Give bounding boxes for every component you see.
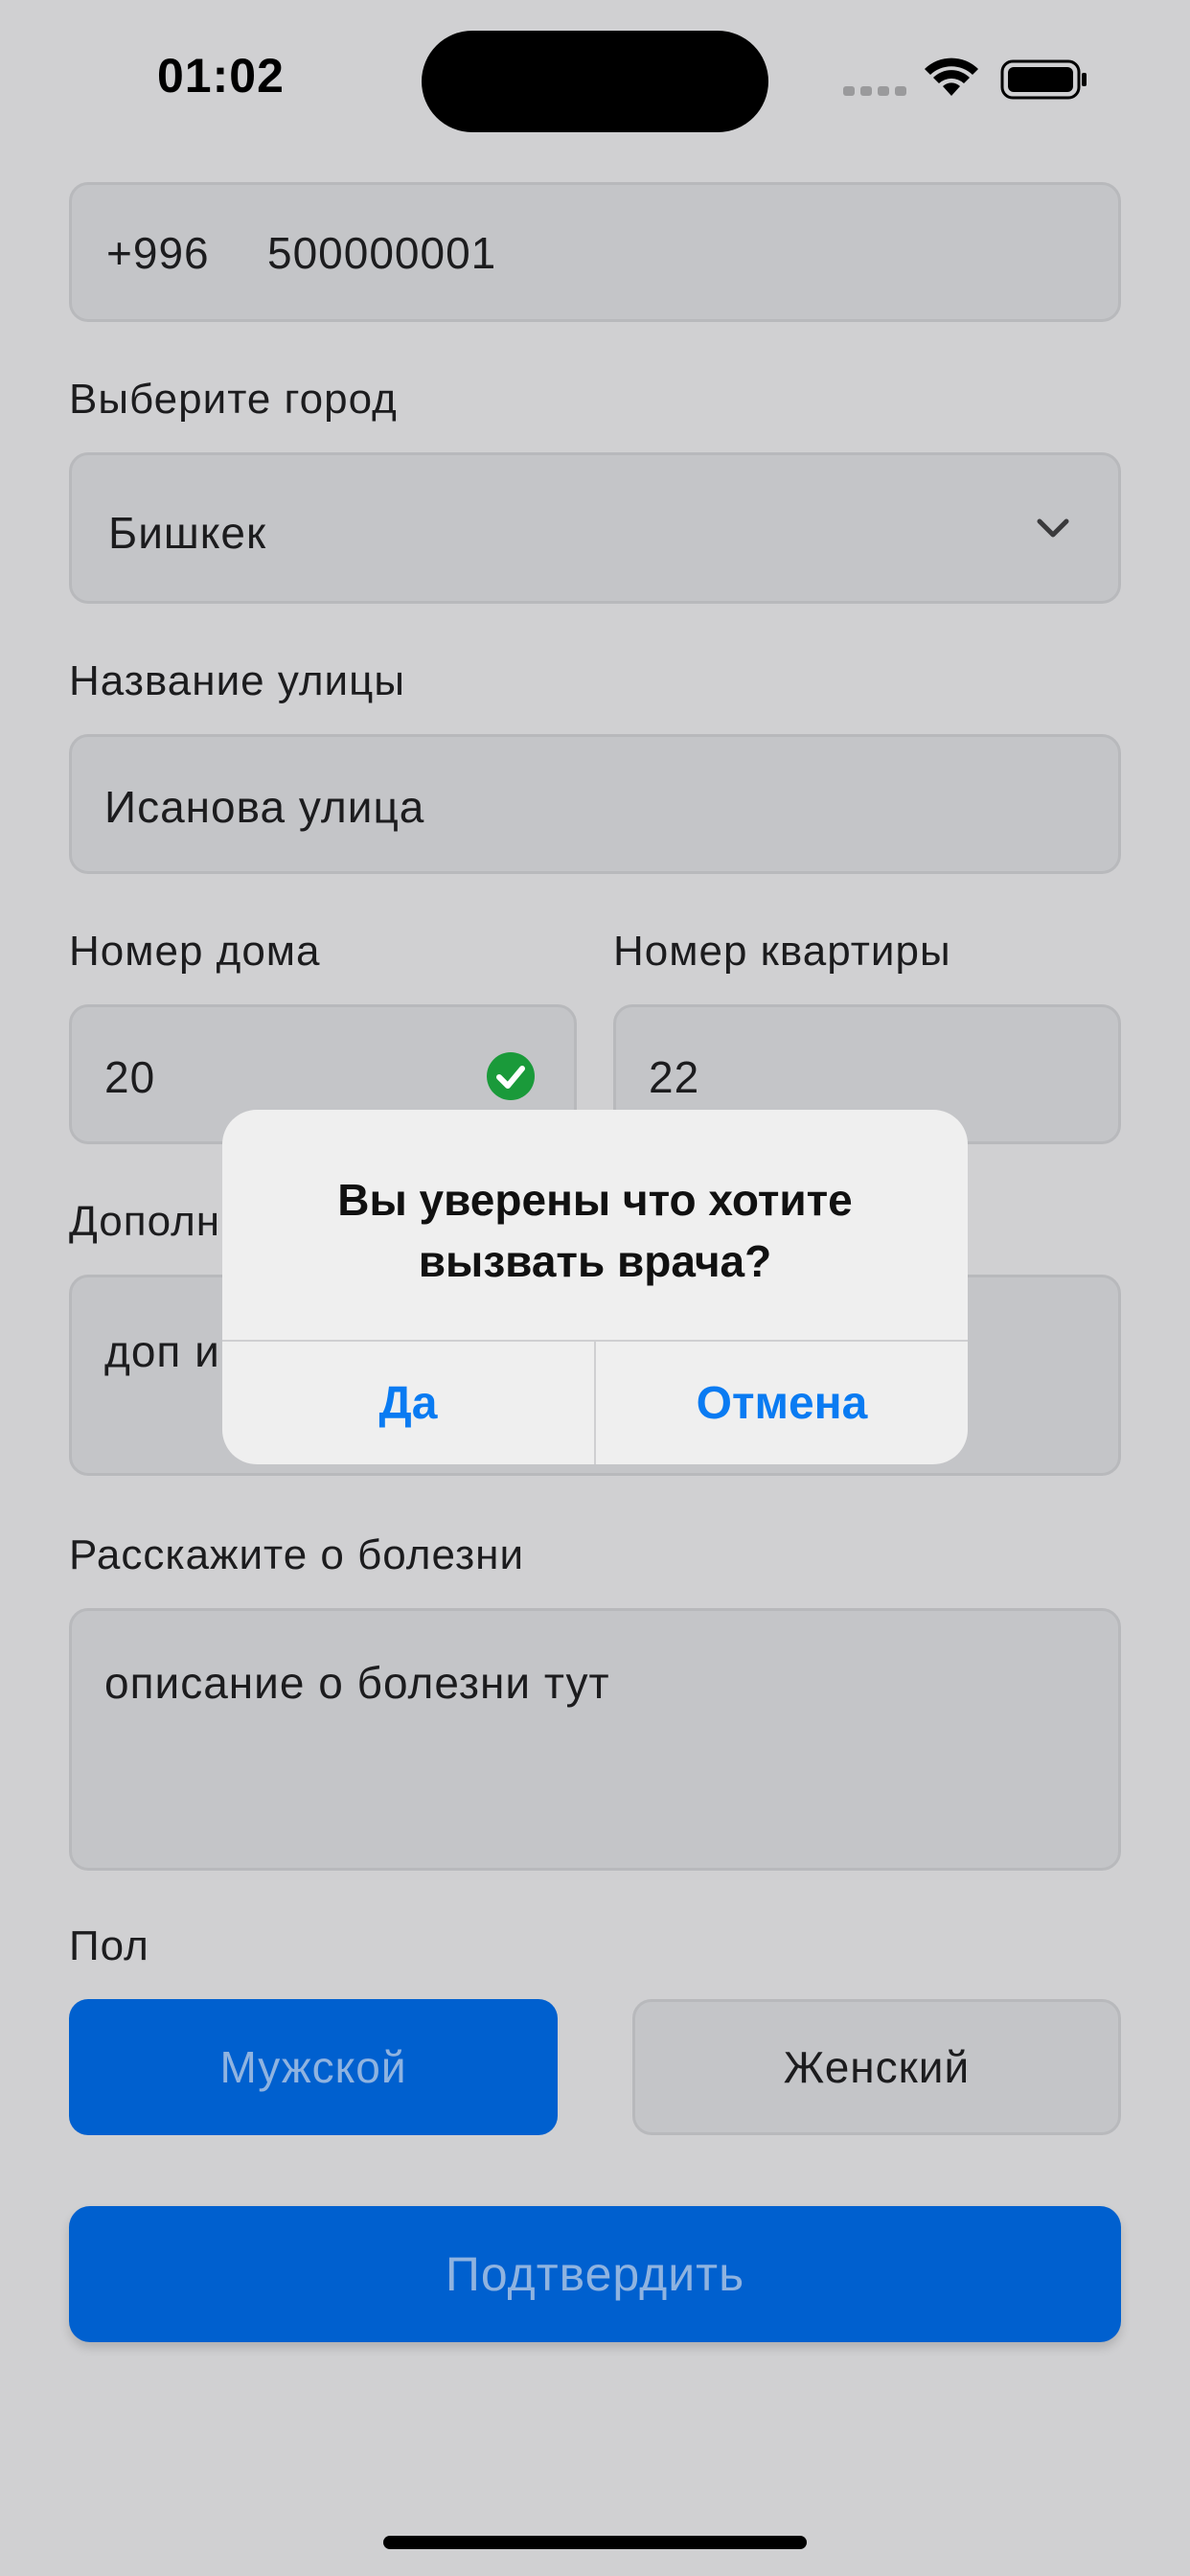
street-value: Исанова улица bbox=[104, 782, 425, 832]
gender-male-button[interactable]: Мужской bbox=[69, 1999, 558, 2135]
illness-textarea[interactable]: описание о болезни тут bbox=[69, 1608, 1121, 1871]
illness-label: Расскажите о болезни bbox=[69, 1531, 525, 1578]
apartment-label: Номер квартиры bbox=[613, 928, 951, 975]
gender-female-button[interactable]: Женский bbox=[632, 1999, 1121, 2135]
phone-field[interactable]: +996 500000001 bbox=[69, 182, 1121, 322]
wifi-icon bbox=[925, 58, 978, 96]
confirm-button[interactable]: Подтвердить bbox=[69, 2206, 1121, 2342]
home-indicator[interactable] bbox=[383, 2536, 807, 2549]
phone-number: 500000001 bbox=[267, 228, 497, 278]
chevron-down-icon bbox=[1037, 518, 1069, 538]
street-input[interactable]: Исанова улица bbox=[69, 734, 1121, 874]
city-value: Бишкек bbox=[108, 508, 267, 558]
city-label: Выберите город bbox=[69, 376, 398, 423]
street-label: Название улицы bbox=[69, 657, 405, 704]
dynamic-island bbox=[422, 31, 768, 132]
status-icons bbox=[843, 56, 1092, 104]
additional-label: Дополн bbox=[69, 1198, 221, 1245]
house-value: 20 bbox=[104, 1052, 156, 1102]
additional-value: доп и bbox=[104, 1326, 220, 1376]
alert-yes-button[interactable]: Да bbox=[222, 1342, 594, 1464]
phone-code: +996 bbox=[106, 228, 210, 278]
check-circle-icon bbox=[487, 1052, 535, 1100]
city-select[interactable]: Бишкек bbox=[69, 452, 1121, 604]
illness-value: описание о болезни тут bbox=[104, 1658, 610, 1708]
gender-label: Пол bbox=[69, 1922, 149, 1969]
confirm-call-alert: Вы уверены что хотите вызвать врача? Да … bbox=[222, 1110, 968, 1464]
status-time: 01:02 bbox=[157, 49, 285, 103]
house-label: Номер дома bbox=[69, 928, 321, 975]
signal-icon bbox=[843, 86, 906, 96]
battery-icon bbox=[1000, 59, 1087, 100]
apartment-value: 22 bbox=[649, 1052, 700, 1102]
alert-cancel-button[interactable]: Отмена bbox=[596, 1342, 968, 1464]
alert-title: Вы уверены что хотите вызвать врача? bbox=[337, 1175, 853, 1286]
status-bar: 01:02 bbox=[0, 0, 1190, 153]
